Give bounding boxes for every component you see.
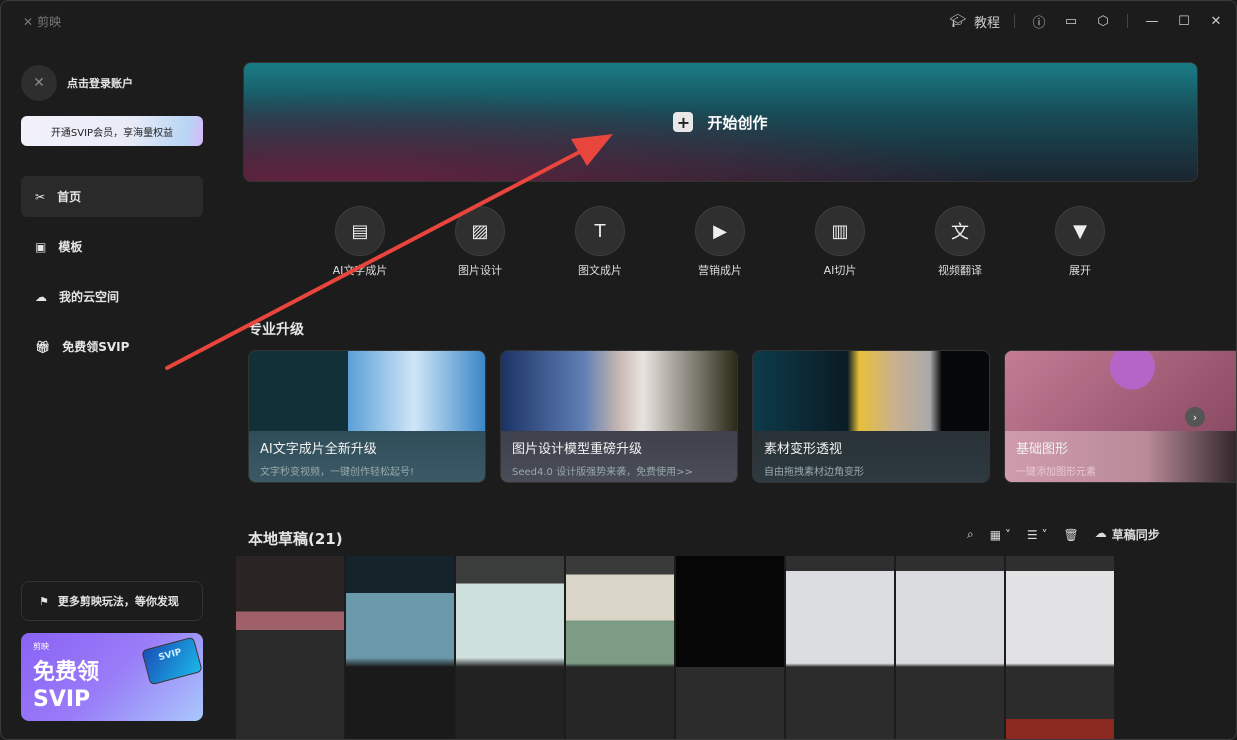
draft-thumbnail[interactable] <box>566 556 674 739</box>
maximize-icon[interactable]: ☐ <box>1168 5 1200 37</box>
shortcut-image-design[interactable]: ▨ 图片设计 <box>420 206 540 278</box>
card-image <box>501 351 737 431</box>
draft-sync-button[interactable]: ☁ 草稿同步 <box>1095 526 1160 543</box>
svip-card-image: SVIP <box>141 636 203 686</box>
draft-thumbnail[interactable] <box>346 556 454 739</box>
cloud-icon: ☁ <box>35 289 47 304</box>
svip-promo-banner[interactable]: 剪映 免费领 SVIP SVIP <box>21 633 203 721</box>
shortcut-bar: ▤ AI文字成片 ▨ 图片设计 T 图文成片 ▶ 营销成片 ▥ AI切片 文视频翻译 ▼ 展… <box>300 206 1140 278</box>
draft-thumbnails <box>236 556 1116 739</box>
sidebar-item-cloud[interactable]: ☁ 我的云空间 <box>21 276 203 317</box>
sidebar-item-home[interactable]: ✂ 首页 <box>21 176 203 217</box>
shortcut-ai-text-video[interactable]: ▤ AI文字成片 <box>300 206 420 278</box>
divider <box>1014 14 1015 28</box>
vip-banner-button[interactable]: 开通SVIP会员，享海量权益 <box>21 116 203 146</box>
feedback-icon[interactable]: ▭ <box>1055 5 1087 37</box>
sidebar-item-templates[interactable]: ▣ 模板 <box>21 226 203 267</box>
tutorial-button[interactable]: 🎓︎ 教程 <box>949 12 1006 31</box>
feature-card[interactable]: 图片设计模型重磅升级 Seed4.0 设计版强势来袭，免费使用>> <box>500 350 738 483</box>
feature-carousel: AI文字成片全新升级 文字秒变视频，一键创作轻松起号! 图片设计模型重磅升级 See… <box>248 350 1236 483</box>
avatar: ✕ <box>21 65 57 101</box>
draft-thumbnail[interactable] <box>896 556 1004 739</box>
discover-more-button[interactable]: ⚑ 更多剪映玩法，等你发现 <box>21 581 203 621</box>
image-icon: ▨ <box>455 206 505 256</box>
trash-icon[interactable]: 🗑︎ <box>1063 528 1078 542</box>
card-image <box>753 351 989 431</box>
shortcut-video-translate[interactable]: 文视频翻译 <box>900 206 1020 278</box>
shortcut-marketing-video[interactable]: ▶ 营销成片 <box>660 206 780 278</box>
template-icon: ▣ <box>35 239 47 254</box>
feature-card[interactable]: AI文字成片全新升级 文字秒变视频，一键创作轻松起号! <box>248 350 486 483</box>
draft-thumbnail[interactable] <box>786 556 894 739</box>
draft-thumbnail[interactable] <box>236 556 344 739</box>
shortcut-expand[interactable]: ▼ 展开 <box>1020 206 1140 278</box>
titlebar-controls: 🎓︎ 教程 ⓘ ▭ ⬡ — ☐ ✕ <box>949 1 1236 41</box>
translate-icon: 文 <box>935 206 985 256</box>
sort-icon[interactable]: ☰ ˅ <box>1027 528 1048 542</box>
shortcut-ai-clip[interactable]: ▥ AI切片 <box>780 206 900 278</box>
flag-icon: ⚑ <box>39 594 49 608</box>
grid-view-icon[interactable]: ▦ ˅ <box>990 528 1011 542</box>
sidebar-nav: ✂ 首页 ▣ 模板 ☁ 我的云空间 🎁︎ 免费领SVIP <box>21 176 203 367</box>
start-creation-button[interactable]: + 开始创作 <box>243 62 1198 182</box>
sidebar-item-svip[interactable]: 🎁︎ 免费领SVIP <box>21 326 203 367</box>
gift-icon: 🎁︎ <box>35 339 51 354</box>
drafts-title: 本地草稿(21) <box>248 530 343 548</box>
card-image <box>249 351 485 431</box>
login-button[interactable]: ✕ 点击登录账户 <box>21 61 203 105</box>
sidebar: ✕ 点击登录账户 开通SVIP会员，享海量权益 ✂ 首页 ▣ 模板 ☁ 我的云空间 🎁︎… <box>21 61 203 376</box>
divider <box>1127 14 1128 28</box>
shopping-bag-icon: ▶ <box>695 206 745 256</box>
cloud-sync-icon: ☁ <box>1094 526 1107 540</box>
carousel-next-button[interactable]: › <box>1185 407 1205 427</box>
minimize-icon[interactable]: — <box>1136 5 1168 37</box>
app-window: ✕ 剪映 🎓︎ 教程 ⓘ ▭ ⬡ — ☐ ✕ ✕ 点击登录账户 开通SVIP会员，享海… <box>0 0 1237 740</box>
section-title: 专业升级 <box>248 322 304 338</box>
settings-icon[interactable]: ⬡ <box>1087 5 1119 37</box>
plus-icon: + <box>673 112 694 132</box>
shortcut-image-text-video[interactable]: T 图文成片 <box>540 206 660 278</box>
capcut-logo-icon: ✕ <box>23 14 34 29</box>
text-icon: T <box>575 206 625 256</box>
drafts-toolbar: ⌕ ▦ ˅ ☰ ˅ 🗑︎ ☁ 草稿同步 <box>967 526 1160 543</box>
graduation-cap-icon: 🎓︎ <box>949 13 966 29</box>
draft-thumbnail[interactable] <box>456 556 564 739</box>
chevron-down-icon: ▼ <box>1055 206 1105 256</box>
draft-thumbnail[interactable] <box>1006 556 1114 739</box>
help-icon[interactable]: ⓘ <box>1023 5 1055 37</box>
search-icon[interactable]: ⌕ <box>967 527 974 542</box>
draft-thumbnail[interactable] <box>676 556 784 739</box>
feature-card[interactable]: 素材变形透视 自由拖拽素材边角变形 <box>752 350 990 483</box>
app-logo: ✕ 剪映 <box>23 14 62 30</box>
film-icon: ▥ <box>815 206 865 256</box>
close-icon[interactable]: ✕ <box>1200 5 1232 37</box>
book-icon: ▤ <box>335 206 385 256</box>
scissors-icon: ✂ <box>35 189 46 204</box>
